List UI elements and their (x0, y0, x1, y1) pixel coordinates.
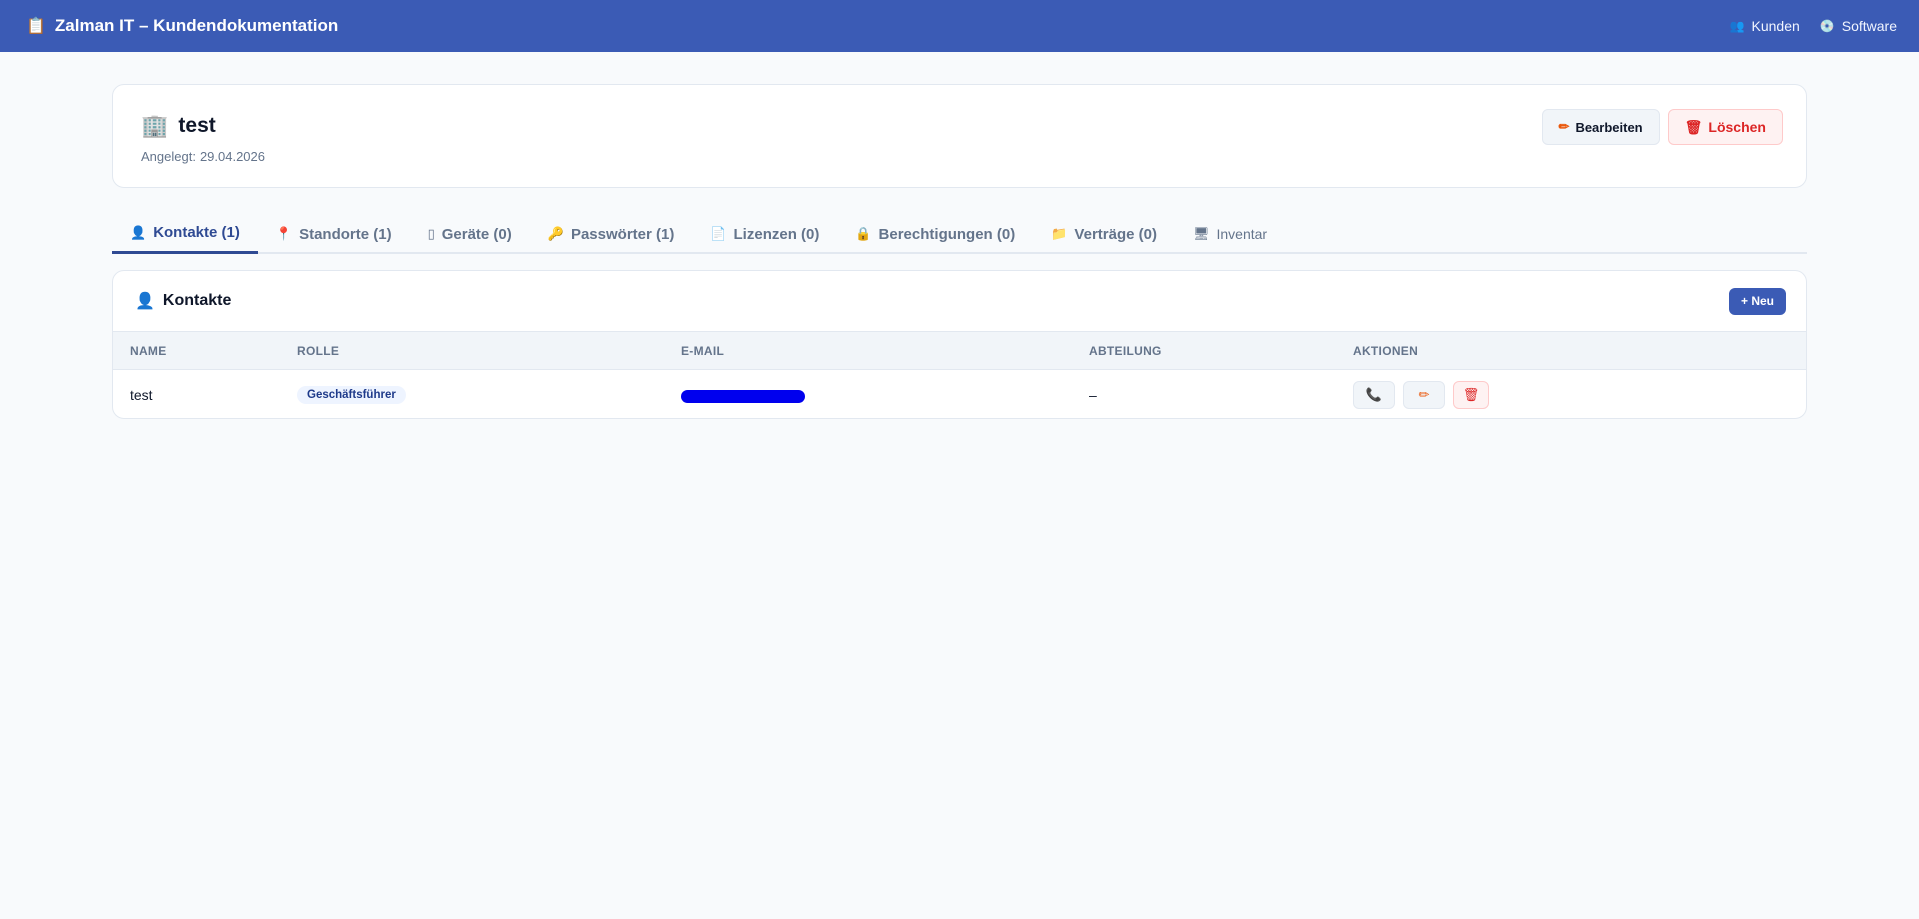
created-label: Angelegt: (141, 149, 196, 164)
document-icon: 📄 (710, 226, 727, 241)
tab-label: Verträge (0) (1074, 225, 1157, 243)
contacts-card: 👤 Kontakte + Neu NAME ROLLE E-MAIL ABTEI… (112, 270, 1807, 419)
tab-passwoerter[interactable]: 🔑 Passwörter (1) (530, 214, 693, 254)
tab-inventar[interactable]: 🖥 Inventar (1175, 214, 1285, 254)
tab-bar: 👤 Kontakte (1) 📍 Standorte (1) ▯ Geräte … (112, 214, 1807, 254)
tab-label: Inventar (1216, 226, 1268, 242)
trash-icon: 🗑 (1462, 386, 1480, 402)
nav-label-kunden: Kunden (1751, 18, 1800, 34)
contact-name: test (130, 386, 153, 403)
key-icon: 🔑 (547, 226, 564, 241)
clipboard-icon: 📋 (26, 18, 46, 35)
monitor-icon: 🖥 (1192, 226, 1210, 241)
tab-standorte[interactable]: 📍 Standorte (1) (258, 214, 410, 254)
tab-label: Standorte (1) (299, 225, 392, 243)
lock-icon: 🔒 (855, 226, 872, 241)
app-brand[interactable]: 📋 Zalman IT – Kundendokumentation (26, 16, 338, 36)
column-header-aktionen: AKTIONEN (1353, 331, 1806, 370)
column-header-name[interactable]: NAME (113, 331, 297, 370)
building-icon: 🏢 (141, 113, 169, 138)
column-header-abteilung[interactable]: ABTEILUNG (1089, 331, 1353, 370)
edit-label: Bearbeiten (1575, 119, 1643, 135)
delete-label: Löschen (1708, 119, 1766, 135)
contact-department: – (1089, 386, 1097, 403)
delete-contact-button[interactable]: 🗑 (1453, 380, 1489, 409)
disc-icon: 💿 (1819, 19, 1835, 33)
edit-customer-button[interactable]: ✏ Bearbeiten (1541, 109, 1660, 145)
customer-header-card: 🏢 test Angelegt: 29.04.2026 ✏ Bearbeiten… (112, 84, 1807, 188)
table-header-row: NAME ROLLE E-MAIL ABTEILUNG AKTIONEN (113, 331, 1806, 370)
role-badge: Geschäftsführer (297, 386, 406, 405)
tab-geraete[interactable]: ▯ Geräte (0) (410, 214, 530, 254)
tab-kontakte[interactable]: 👤 Kontakte (1) (112, 214, 258, 254)
tab-berechtigungen[interactable]: 🔒 Berechtigungen (0) (837, 214, 1033, 254)
person-icon: 👤 (135, 293, 155, 310)
created-info: Angelegt: 29.04.2026 (141, 149, 265, 164)
tab-label: Kontakte (1) (153, 224, 240, 241)
nav-item-kunden[interactable]: 👥 Kunden (1730, 18, 1800, 34)
new-contact-button[interactable]: + Neu (1728, 287, 1786, 315)
pencil-icon: ✏ (1418, 386, 1430, 402)
tab-label: Geräte (0) (441, 225, 512, 243)
column-header-email[interactable]: E-MAIL (681, 331, 1089, 370)
tab-vertraege[interactable]: 📁 Verträge (0) (1033, 214, 1175, 254)
table-row[interactable]: test Geschäftsführer – 📞 ✏ 🗑 (113, 370, 1806, 419)
people-icon: 👥 (1729, 19, 1745, 33)
phone-icon: 📞 (1365, 386, 1383, 402)
tab-label: Lizenzen (0) (733, 225, 820, 243)
pin-icon: 📍 (275, 226, 293, 241)
folder-icon: 📁 (1051, 226, 1068, 241)
nav-label-software: Software (1841, 18, 1897, 34)
tab-label: Passwörter (1) (570, 225, 675, 243)
call-button[interactable]: 📞 (1353, 380, 1395, 409)
top-nav: 👥 Kunden 💿 Software (1730, 18, 1897, 34)
contacts-title: Kontakte (162, 292, 232, 309)
edit-contact-button[interactable]: ✏ (1403, 380, 1445, 409)
delete-customer-button[interactable]: 🗑 Löschen (1667, 109, 1783, 145)
contacts-table: NAME ROLLE E-MAIL ABTEILUNG AKTIONEN tes… (113, 331, 1806, 419)
email-redacted (681, 389, 805, 403)
device-icon: ▯ (427, 226, 435, 241)
top-bar: 📋 Zalman IT – Kundendokumentation 👥 Kund… (0, 0, 1919, 52)
customer-name: test (178, 114, 216, 137)
tab-label: Berechtigungen (0) (878, 225, 1016, 243)
nav-item-software[interactable]: 💿 Software (1820, 18, 1897, 34)
tab-lizenzen[interactable]: 📄 Lizenzen (0) (692, 214, 837, 254)
pencil-icon: ✏ (1558, 119, 1570, 134)
column-header-rolle[interactable]: ROLLE (297, 331, 681, 370)
created-date: 29.04.2026 (199, 149, 266, 164)
trash-icon: 🗑 (1684, 118, 1703, 135)
app-title: Zalman IT – Kundendokumentation (54, 16, 339, 35)
row-actions: 📞 ✏ 🗑 (1353, 380, 1806, 409)
person-icon: 👤 (130, 224, 147, 240)
contacts-heading: 👤 Kontakte (135, 291, 231, 311)
